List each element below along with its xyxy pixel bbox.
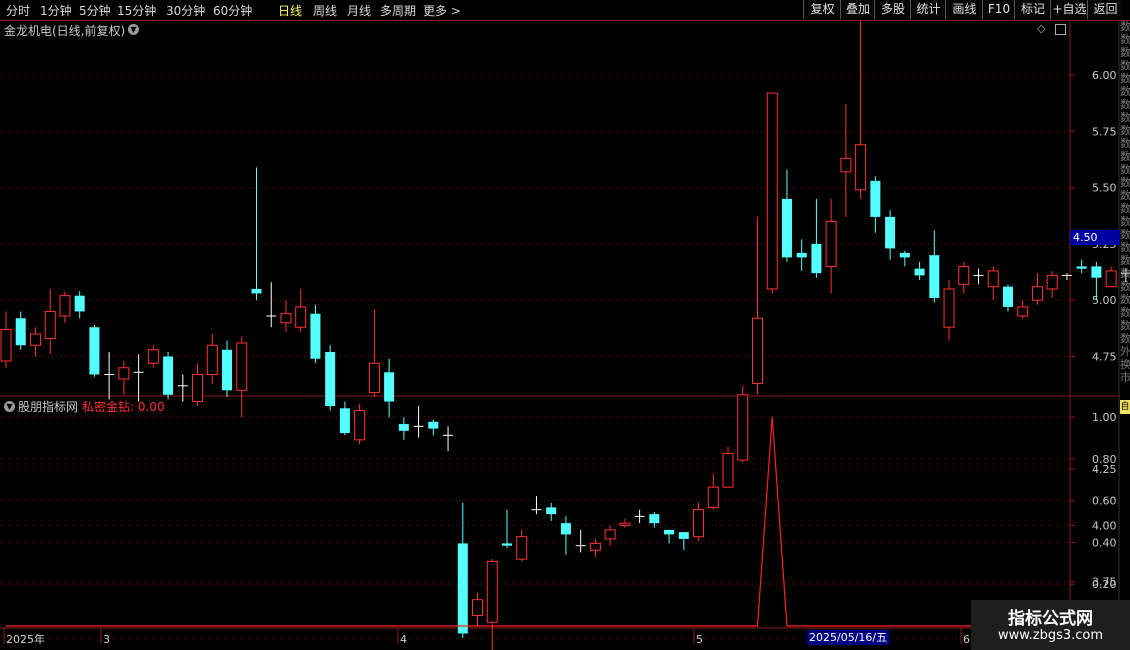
candle-body-51	[751, 317, 763, 385]
main-tick-label-4: 5.00	[1092, 294, 1117, 307]
main-tick-label-0: 6.00	[1092, 69, 1117, 82]
candle-body-40	[589, 542, 601, 551]
candle-body-38	[560, 523, 571, 535]
current-price-tag: 4.50	[1070, 230, 1120, 245]
candle-body-27	[398, 424, 409, 431]
candle-body-44	[649, 514, 660, 524]
candle-body-47	[693, 509, 705, 538]
candle-body-75	[1105, 270, 1117, 288]
x-label-0: 2025年	[6, 632, 45, 646]
x-label-1: 3	[103, 633, 110, 646]
main-tick-label-1: 5.75	[1092, 125, 1117, 138]
watermark: 指标公式网 www.zbgs3.com	[971, 600, 1130, 650]
candle-body-49	[722, 452, 734, 488]
cursor-date-tag: 2025/05/16/五	[807, 630, 890, 645]
candle-body-48	[707, 486, 719, 508]
candle-body-14	[206, 344, 218, 376]
candle-body-22	[325, 351, 336, 407]
candle-body-26	[384, 372, 395, 402]
ind-tick-label-4: 0.20	[1092, 578, 1117, 591]
candle-body-54	[796, 252, 807, 258]
side-flag[interactable]: 自	[1120, 400, 1130, 414]
main-tick-label-5: 4.75	[1092, 351, 1117, 364]
watermark-url: www.zbgs3.com	[997, 628, 1104, 643]
indicator-name: 股朋指标网	[18, 400, 79, 414]
candle-body-4	[59, 295, 71, 317]
candle-body-33	[486, 560, 498, 623]
candle-body-35	[516, 536, 528, 560]
watermark-title: 指标公式网	[1008, 609, 1093, 629]
candle-body-52	[766, 92, 778, 290]
candle-body-64	[943, 288, 955, 328]
candle-body-3	[44, 310, 56, 339]
kline-chart[interactable]: 6.005.755.505.255.004.754.254.003.753.50…	[0, 0, 1130, 650]
candle-body-20	[295, 306, 307, 328]
x-label-4: 6	[963, 633, 970, 646]
main-tick-label-2: 5.50	[1092, 182, 1117, 195]
candle-body-10	[147, 349, 159, 364]
indicator-dropdown-icon[interactable]: ▼	[4, 401, 15, 412]
candle-body-23	[339, 408, 350, 434]
x-label-2: 4	[400, 633, 407, 646]
candle-body-11	[163, 356, 174, 395]
candle-body-19	[280, 313, 292, 324]
candle-body-1	[15, 318, 26, 346]
side-info-strip: 数数数数数数数数 数数数数数数数数 数数数数数数数数 数外换市	[1120, 20, 1130, 384]
ind-tick-label-0: 1.00	[1092, 411, 1117, 424]
candle-body-34	[501, 543, 512, 546]
candle-body-2	[29, 333, 41, 346]
candle-body-63	[929, 255, 940, 298]
candle-body-6	[89, 327, 100, 375]
candle-body-42	[619, 522, 631, 526]
main-tick-label-7: 4.00	[1092, 519, 1117, 532]
candle-body-69	[1017, 306, 1029, 317]
ind-tick-label-2: 0.60	[1092, 495, 1117, 508]
candle-body-24	[354, 410, 366, 441]
candle-body-16	[236, 342, 248, 391]
candle-body-58	[855, 144, 867, 191]
candle-body-0	[0, 328, 12, 362]
candle-body-71	[1046, 274, 1058, 290]
candle-body-25	[368, 362, 380, 394]
candle-body-60	[885, 216, 896, 249]
ind-tick-label-1: 0.80	[1092, 453, 1117, 466]
candle-body-37	[546, 507, 557, 515]
candle-body-55	[811, 243, 822, 274]
candle-body-13	[192, 374, 204, 403]
candle-body-50	[737, 394, 749, 461]
candle-body-59	[870, 180, 881, 217]
candle-body-56	[825, 220, 837, 267]
candle-body-31	[457, 543, 468, 634]
candle-body-74	[1091, 266, 1102, 278]
candle-body-70	[1031, 286, 1043, 301]
candle-body-41	[604, 529, 616, 540]
candle-body-29	[428, 421, 439, 429]
candle-body-15	[222, 349, 233, 391]
indicator-value-label: 私密金钻: 0.00	[82, 400, 165, 414]
candle-body-5	[74, 295, 85, 312]
candle-body-61	[899, 252, 910, 258]
candle-body-45	[664, 529, 675, 535]
candle-body-53	[781, 198, 792, 258]
x-label-3: 5	[696, 633, 703, 646]
ind-tick-label-3: 0.40	[1092, 536, 1117, 549]
candle-body-57	[840, 157, 852, 173]
candle-body-8	[118, 367, 130, 380]
candle-body-73	[1076, 266, 1087, 269]
candle-body-32	[472, 599, 484, 616]
candle-body-68	[1002, 286, 1013, 307]
candle-body-46	[678, 532, 689, 539]
candle-body-67	[987, 270, 999, 288]
candle-body-17	[251, 288, 262, 294]
candle-body-65	[958, 265, 970, 285]
candle-body-62	[914, 268, 925, 276]
candle-body-21	[310, 313, 321, 359]
